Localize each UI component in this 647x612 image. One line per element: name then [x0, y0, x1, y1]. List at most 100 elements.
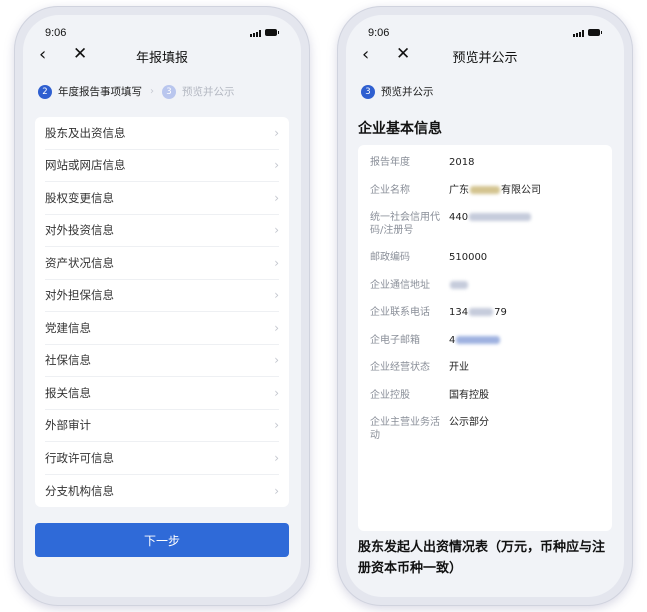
list-item-customs[interactable]: 报关信息 › — [45, 377, 279, 410]
chevron-right-icon: › — [274, 483, 279, 498]
field-holding: 企业控股 国有控股 — [370, 390, 612, 403]
field-label: 报告年度 — [370, 157, 410, 168]
redacted-text — [470, 185, 500, 194]
value-prefix: 440 — [449, 212, 469, 223]
chevron-right-icon: › — [274, 158, 279, 173]
field-label: 企业联系电话 — [370, 307, 430, 318]
field-label: 企电子邮箱 — [370, 334, 420, 346]
list-item-label: 外部审计 — [45, 418, 91, 433]
list-item-branches[interactable]: 分支机构信息 › — [45, 475, 279, 508]
field-email: 企电子邮箱 4 — [370, 335, 612, 348]
list-item-guarantee[interactable]: 对外担保信息 › — [45, 280, 279, 312]
step-indicator: 2 年度报告事项填写 › 3 预览并公示 — [38, 84, 235, 99]
field-label: 企业经营状态 — [370, 362, 430, 373]
status-bar: 9:06 — [346, 15, 624, 39]
list-item-label: 资产状况信息 — [45, 255, 114, 270]
list-item-social-security[interactable]: 社保信息 › — [45, 345, 279, 377]
field-value — [449, 280, 469, 293]
field-value: 4 — [449, 335, 501, 348]
list-item-label: 分支机构信息 — [45, 483, 114, 498]
list-item-label: 股权变更信息 — [45, 190, 114, 205]
field-value: 2018 — [449, 157, 475, 168]
step-label-active: 年度报告事项填写 — [58, 86, 142, 98]
chevron-right-icon: › — [274, 125, 279, 140]
field-label: 统一社会信用代码/注册号 — [370, 212, 440, 236]
list-item-website[interactable]: 网站或网店信息 › — [45, 150, 279, 182]
field-credit-code: 统一社会信用代码/注册号 440 — [370, 212, 612, 237]
chevron-right-icon: › — [274, 288, 279, 303]
status-time: 9:06 — [368, 27, 390, 39]
page-title: 年报填报 — [135, 51, 188, 66]
preview-screen: 9:06 ‹ ✕ 预览并公示 3 预览并公示 企业基本信息 报告年度 2018 — [346, 15, 624, 597]
field-value: 510000 — [449, 252, 488, 263]
field-address: 企业通信地址 — [370, 280, 612, 293]
list-item-assets[interactable]: 资产状况信息 › — [45, 247, 279, 280]
list-item-license[interactable]: 行政许可信息 › — [45, 442, 279, 475]
list-item-label: 网站或网店信息 — [45, 158, 126, 173]
field-label: 企业主营业务活动 — [370, 417, 440, 441]
page-title: 预览并公示 — [452, 51, 518, 66]
basic-info-card: 报告年度 2018 企业名称 广东 有限公司 统一社会信用代码/注册号 440 邮… — [358, 145, 612, 531]
field-report-year: 报告年度 2018 — [370, 157, 612, 170]
left-phone-frame: 9:06 ‹ ✕ 年报填报 2 年度报告事项填写 › 3 预览并公示 股东及出资… — [14, 6, 310, 606]
chevron-right-icon: › — [150, 86, 154, 97]
chevron-right-icon: › — [274, 385, 279, 400]
report-items-list: 股东及出资信息 › 网站或网店信息 › 股权变更信息 › 对外投资信息 › 资产状况信息… — [35, 117, 289, 507]
field-label: 企业控股 — [370, 389, 410, 401]
step-number-active: 3 — [361, 84, 375, 99]
field-business-status: 企业经营状态 开业 — [370, 362, 612, 375]
field-postal-code: 邮政编码 510000 — [370, 252, 612, 265]
shareholder-contribution-title: 股东发起人出资情况表（万元，币种应与注册资本币种一致） — [358, 540, 606, 576]
chevron-right-icon: › — [274, 320, 279, 335]
nav-bar: ‹ ✕ 预览并公示 — [346, 41, 624, 69]
field-label: 邮政编码 — [370, 252, 410, 263]
list-item-equity-change[interactable]: 股权变更信息 › — [45, 182, 279, 215]
chevron-right-icon: › — [274, 353, 279, 368]
redacted-text — [469, 308, 494, 316]
step-number-active: 2 — [38, 84, 52, 99]
value-prefix: 4 — [449, 334, 456, 346]
list-item-investment[interactable]: 对外投资信息 › — [45, 215, 279, 247]
value-prefix: 134 — [449, 307, 469, 318]
step-label-next: 预览并公示 — [182, 86, 235, 98]
field-value: 公示部分 — [449, 417, 489, 428]
status-time: 9:06 — [45, 27, 67, 39]
list-item-label: 对外担保信息 — [45, 288, 114, 303]
field-value: 134 79 — [449, 307, 507, 320]
field-label: 企业名称 — [370, 184, 410, 196]
chevron-right-icon: › — [274, 255, 279, 270]
list-item-label: 行政许可信息 — [45, 450, 114, 465]
battery-icon — [588, 29, 602, 36]
chevron-right-icon: › — [274, 190, 279, 205]
list-item-label: 党建信息 — [45, 320, 91, 335]
step-indicator: 3 预览并公示 — [361, 84, 434, 99]
list-item-label: 社保信息 — [45, 353, 91, 368]
field-company-name: 企业名称 广东 有限公司 — [370, 185, 612, 198]
value-suffix: 79 — [494, 307, 507, 318]
status-bar: 9:06 — [23, 15, 301, 39]
list-item-shareholder[interactable]: 股东及出资信息 › — [45, 117, 279, 150]
list-item-label: 对外投资信息 — [45, 223, 114, 238]
redacted-text — [469, 213, 532, 221]
battery-icon — [265, 29, 279, 36]
field-label: 企业通信地址 — [370, 279, 430, 291]
field-phone: 企业联系电话 134 79 — [370, 307, 612, 320]
next-step-button[interactable]: 下一步 — [35, 523, 289, 557]
list-item-party[interactable]: 党建信息 › — [45, 312, 279, 345]
field-value: 国有控股 — [449, 389, 489, 401]
right-phone-frame: 9:06 ‹ ✕ 预览并公示 3 预览并公示 企业基本信息 报告年度 2018 — [337, 6, 633, 606]
step-label-active: 预览并公示 — [381, 86, 434, 98]
chevron-right-icon: › — [274, 223, 279, 238]
field-value: 开业 — [449, 362, 469, 373]
chevron-right-icon: › — [274, 450, 279, 465]
field-value: 广东 有限公司 — [449, 185, 541, 198]
redacted-text — [450, 280, 468, 289]
field-value: 440 — [449, 212, 532, 237]
chevron-right-icon: › — [274, 418, 279, 433]
nav-bar: ‹ ✕ 年报填报 — [23, 41, 301, 69]
step-number-next: 3 — [162, 84, 176, 99]
signal-icon — [573, 30, 584, 37]
list-item-audit[interactable]: 外部审计 › — [45, 410, 279, 442]
value-prefix: 广东 — [449, 184, 469, 196]
signal-icon — [250, 30, 261, 37]
